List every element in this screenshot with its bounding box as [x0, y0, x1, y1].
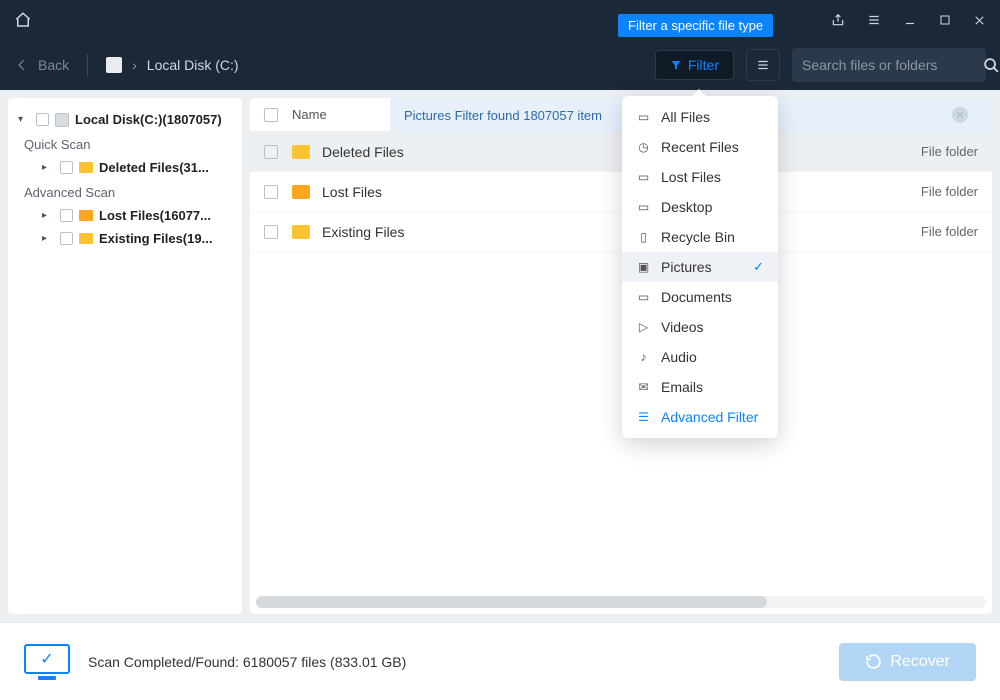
email-icon: ✉: [636, 380, 651, 395]
tree-item[interactable]: ▸ Lost Files(16077...: [14, 204, 236, 227]
clock-icon: ◷: [636, 140, 651, 155]
document-icon: ▭: [636, 290, 651, 305]
lost-icon: ▭: [636, 170, 651, 185]
breadcrumb-label: Local Disk (C:): [147, 57, 239, 73]
tree-section-quick: Quick Scan: [14, 131, 236, 156]
chevron-right-icon[interactable]: ▸: [42, 210, 54, 221]
filter-option-pictures[interactable]: ▣Pictures✓: [622, 252, 778, 282]
tree-root[interactable]: ▾ Local Disk(C:)(1807057): [14, 108, 236, 131]
back-label: Back: [38, 57, 69, 73]
minimize-icon[interactable]: [903, 13, 917, 27]
banner-close-icon[interactable]: ✕: [952, 107, 968, 123]
checkbox[interactable]: [60, 161, 73, 174]
checkbox[interactable]: [36, 113, 49, 126]
filter-option-all-files[interactable]: ▭All Files: [622, 102, 778, 132]
check-icon: ✓: [753, 259, 764, 275]
column-name[interactable]: Name: [292, 107, 327, 122]
content-pane: Pictures Filter found 1807057 item 00) ✕…: [250, 98, 992, 614]
picture-icon: ▣: [636, 260, 651, 275]
table-row[interactable]: Lost Files File folder: [250, 172, 992, 212]
close-icon[interactable]: [973, 14, 986, 27]
file-icon: ▭: [636, 110, 651, 125]
filter-option-audio[interactable]: ♪Audio: [622, 342, 778, 372]
table-row[interactable]: Deleted Files File folder: [250, 132, 992, 172]
toolbar: Back › Local Disk (C:) Filter: [0, 40, 1000, 90]
disk-icon: [106, 57, 122, 73]
filter-tooltip: Filter a specific file type: [618, 14, 773, 37]
folder-icon: [79, 233, 93, 244]
menu-icon[interactable]: [867, 13, 881, 27]
disk-icon: [55, 113, 69, 127]
chevron-right-icon[interactable]: ▸: [42, 233, 54, 244]
audio-icon: ♪: [636, 350, 651, 365]
checkbox[interactable]: [60, 209, 73, 222]
scrollbar-thumb[interactable]: [256, 596, 767, 608]
chevron-down-icon[interactable]: ▾: [18, 114, 30, 125]
sidebar: ▾ Local Disk(C:)(1807057) Quick Scan ▸ D…: [8, 98, 242, 614]
filter-button[interactable]: Filter: [655, 50, 734, 80]
desktop-icon: ▭: [636, 200, 651, 215]
search-icon[interactable]: [983, 57, 1000, 74]
filter-option-emails[interactable]: ✉Emails: [622, 372, 778, 402]
tree-item[interactable]: ▸ Deleted Files(31...: [14, 156, 236, 179]
row-type: File folder: [921, 184, 978, 199]
video-icon: ▷: [636, 320, 651, 335]
filter-option-recycle-bin[interactable]: ▯Recycle Bin: [622, 222, 778, 252]
tree-root-label: Local Disk(C:)(1807057): [75, 112, 222, 127]
share-icon[interactable]: [831, 13, 845, 27]
table-row[interactable]: Existing Files File folder: [250, 212, 992, 252]
footer: ✓ Scan Completed/Found: 6180057 files (8…: [0, 622, 1000, 700]
filter-option-desktop[interactable]: ▭Desktop: [622, 192, 778, 222]
row-type: File folder: [921, 224, 978, 239]
filter-option-lost-files[interactable]: ▭Lost Files: [622, 162, 778, 192]
search-box[interactable]: [792, 48, 986, 82]
tree-section-advanced: Advanced Scan: [14, 179, 236, 204]
search-input[interactable]: [802, 57, 983, 73]
divider: [87, 54, 88, 76]
scan-complete-icon: ✓: [24, 644, 70, 680]
checkbox[interactable]: [264, 185, 278, 199]
sliders-icon: ☰: [636, 410, 651, 425]
folder-icon: [79, 162, 93, 173]
filter-option-recent-files[interactable]: ◷Recent Files: [622, 132, 778, 162]
horizontal-scrollbar[interactable]: [256, 596, 986, 608]
view-toggle-button[interactable]: [746, 49, 780, 81]
tree-item-label: Lost Files(16077...: [99, 208, 211, 223]
row-type: File folder: [921, 144, 978, 159]
chevron-right-icon[interactable]: ▸: [42, 162, 54, 173]
tree-item[interactable]: ▸ Existing Files(19...: [14, 227, 236, 250]
folder-icon: [292, 225, 310, 239]
checkbox[interactable]: [60, 232, 73, 245]
recover-button[interactable]: Recover: [839, 643, 976, 681]
filter-dropdown: ▭All Files ◷Recent Files ▭Lost Files ▭De…: [622, 96, 778, 438]
tree-item-label: Existing Files(19...: [99, 231, 212, 246]
filter-option-advanced[interactable]: ☰Advanced Filter: [622, 402, 778, 432]
select-all-checkbox[interactable]: [264, 108, 278, 122]
filter-option-documents[interactable]: ▭Documents: [622, 282, 778, 312]
maximize-icon[interactable]: [939, 14, 951, 26]
checkbox[interactable]: [264, 145, 278, 159]
banner-text: Pictures Filter found 1807057 item: [404, 108, 602, 123]
filter-option-videos[interactable]: ▷Videos: [622, 312, 778, 342]
folder-icon: [79, 210, 93, 221]
scan-status: Scan Completed/Found: 6180057 files (833…: [88, 654, 406, 670]
back-button[interactable]: Back: [14, 57, 69, 73]
folder-icon: [292, 145, 310, 159]
home-icon[interactable]: [14, 11, 32, 29]
breadcrumb[interactable]: › Local Disk (C:): [106, 57, 238, 73]
recover-label: Recover: [890, 653, 950, 671]
titlebar: [0, 0, 1000, 40]
trash-icon: ▯: [636, 230, 651, 245]
folder-icon: [292, 185, 310, 199]
tree-item-label: Deleted Files(31...: [99, 160, 209, 175]
checkbox[interactable]: [264, 225, 278, 239]
filter-label: Filter: [688, 57, 719, 73]
